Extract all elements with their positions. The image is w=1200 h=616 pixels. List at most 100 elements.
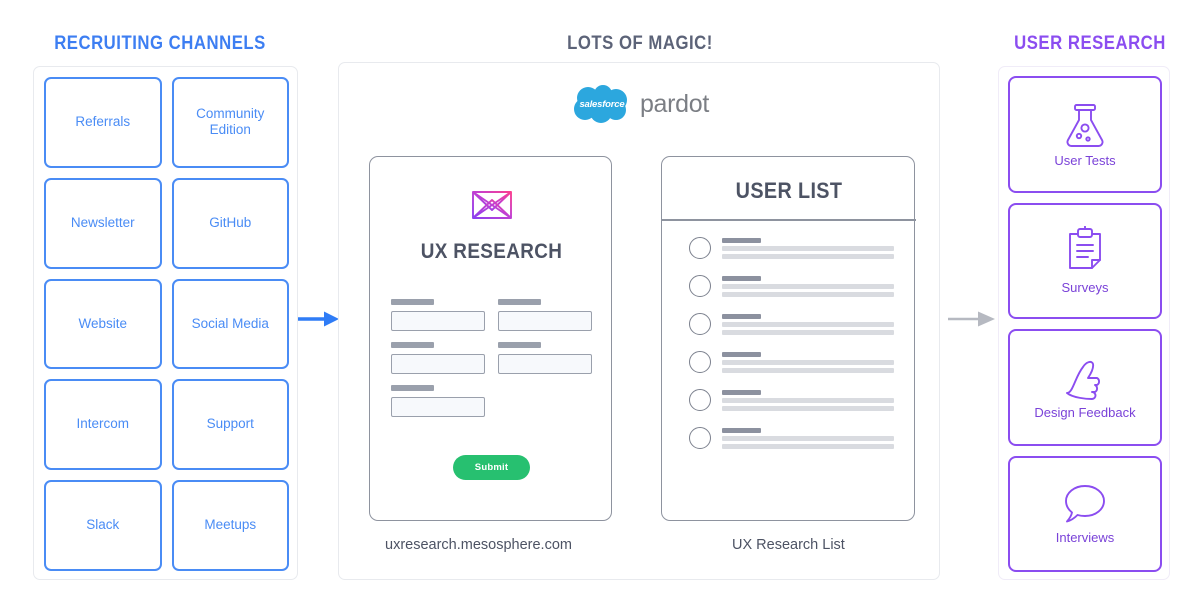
- channel-label: Meetups: [204, 517, 257, 533]
- user-row-lines: [722, 313, 894, 335]
- user-detail-placeholder: [722, 443, 894, 449]
- user-detail-placeholder: [722, 435, 894, 441]
- user-name-placeholder: [722, 237, 761, 243]
- channel-box-intercom[interactable]: Intercom: [44, 379, 162, 471]
- form-input-2[interactable]: [498, 311, 592, 331]
- channel-box-website[interactable]: Website: [44, 278, 162, 370]
- channel-label: Intercom: [76, 416, 130, 432]
- list-item[interactable]: [689, 313, 894, 335]
- clipboard-icon: [1064, 226, 1106, 276]
- research-label: Design Feedback: [1034, 404, 1136, 420]
- user-list-title: USER LIST: [735, 178, 843, 203]
- research-box-surveys[interactable]: Surveys: [1008, 202, 1162, 319]
- user-detail-placeholder: [722, 367, 894, 373]
- channel-label: Website: [78, 315, 128, 331]
- research-box-interviews[interactable]: Interviews: [1008, 455, 1162, 572]
- user-list-caption: UX Research List: [732, 537, 845, 553]
- channel-box-social-media[interactable]: Social Media: [171, 278, 289, 370]
- form-field-label: [391, 299, 434, 305]
- form-title: UX RESEARCH: [420, 240, 563, 263]
- form-field-2: [498, 299, 592, 331]
- channel-box-newsletter[interactable]: Newsletter: [44, 177, 162, 269]
- submit-row: Submit: [370, 455, 613, 480]
- pardot-wordmark: pardot: [639, 89, 710, 118]
- user-detail-placeholder: [722, 405, 894, 411]
- research-box-user-tests[interactable]: User Tests: [1008, 76, 1162, 193]
- user-detail-placeholder: [722, 321, 894, 327]
- form-input-5[interactable]: [391, 397, 485, 417]
- form-field-label: [391, 342, 434, 348]
- arrow-right-icon: [948, 310, 996, 333]
- user-list-card: USER LIST: [661, 156, 916, 521]
- form-input-3[interactable]: [391, 354, 485, 374]
- user-detail-placeholder: [722, 253, 894, 259]
- list-item[interactable]: [689, 389, 894, 411]
- channel-label: Support: [206, 416, 254, 432]
- form-field-label: [498, 342, 541, 348]
- user-row-lines: [722, 351, 894, 373]
- user-detail-placeholder: [722, 397, 894, 403]
- user-detail-placeholder: [722, 291, 894, 297]
- form-caption: uxresearch.mesosphere.com: [385, 537, 572, 553]
- user-detail-placeholder: [722, 245, 894, 251]
- channel-box-community-edition[interactable]: Community Edition: [171, 77, 289, 168]
- form-field-5: [391, 385, 485, 417]
- user-avatar-icon: [689, 275, 711, 297]
- list-item[interactable]: [689, 427, 894, 449]
- lots-of-magic-heading: LOTS OF MAGIC!: [567, 33, 713, 54]
- user-detail-placeholder: [722, 329, 894, 335]
- salesforce-wordmark: salesforce: [579, 98, 625, 110]
- form-field-1: [391, 299, 485, 331]
- research-label: Interviews: [1055, 530, 1115, 546]
- channel-box-support[interactable]: Support: [171, 379, 289, 471]
- user-avatar-icon: [689, 313, 711, 335]
- form-input-1[interactable]: [391, 311, 485, 331]
- form-field-4: [498, 342, 592, 374]
- salesforce-pardot-logo: salesforce pardot: [339, 85, 941, 123]
- user-research-panel: User Tests Surveys Design Feedback Inter…: [998, 66, 1170, 580]
- channel-label: Slack: [86, 517, 120, 533]
- channel-label: GitHub: [209, 214, 252, 230]
- envelope-mark-icon: [370, 189, 613, 221]
- user-name-placeholder: [722, 389, 761, 395]
- user-row-lines: [722, 275, 894, 297]
- user-research-list: User Tests Surveys Design Feedback Inter…: [1008, 76, 1162, 572]
- thumbs-up-icon: [1061, 355, 1109, 401]
- channel-label: Referrals: [75, 113, 131, 129]
- user-avatar-icon: [689, 427, 711, 449]
- channel-label: Social Media: [191, 315, 269, 331]
- diagram-canvas: RECRUITING CHANNELS LOTS OF MAGIC! USER …: [0, 0, 1200, 616]
- speech-bubble-icon: [1061, 482, 1109, 526]
- form-field-3: [391, 342, 485, 374]
- channel-box-meetups[interactable]: Meetups: [171, 480, 289, 571]
- user-list-rows: [689, 237, 894, 449]
- user-row-lines: [722, 237, 894, 259]
- flask-icon: [1062, 101, 1108, 149]
- user-name-placeholder: [722, 313, 761, 319]
- list-item[interactable]: [689, 237, 894, 259]
- form-field-label: [391, 385, 434, 391]
- form-input-4[interactable]: [498, 354, 592, 374]
- user-detail-placeholder: [722, 359, 894, 365]
- submit-button[interactable]: Submit: [452, 455, 531, 480]
- user-name-placeholder: [722, 351, 761, 357]
- channel-box-referrals[interactable]: Referrals: [44, 77, 162, 168]
- research-label: Surveys: [1061, 280, 1109, 296]
- user-research-heading: USER RESEARCH: [1014, 33, 1166, 54]
- user-row-lines: [722, 389, 894, 411]
- list-item[interactable]: [689, 275, 894, 297]
- arrow-right-icon: [298, 310, 340, 333]
- research-label: User Tests: [1054, 152, 1116, 168]
- magic-panel: salesforce pardot UX RESEARCH Submit USE…: [338, 62, 940, 580]
- user-detail-placeholder: [722, 283, 894, 289]
- channel-label: Newsletter: [70, 214, 135, 230]
- user-row-lines: [722, 427, 894, 449]
- list-item[interactable]: [689, 351, 894, 373]
- channel-box-slack[interactable]: Slack: [44, 480, 162, 571]
- recruiting-channels-grid: Referrals Community Edition Newsletter G…: [44, 77, 289, 571]
- recruiting-channels-heading: RECRUITING CHANNELS: [54, 33, 266, 54]
- ux-research-form-card: UX RESEARCH Submit: [369, 156, 612, 521]
- channel-box-github[interactable]: GitHub: [171, 177, 289, 269]
- research-box-design-feedback[interactable]: Design Feedback: [1008, 329, 1162, 446]
- user-avatar-icon: [689, 389, 711, 411]
